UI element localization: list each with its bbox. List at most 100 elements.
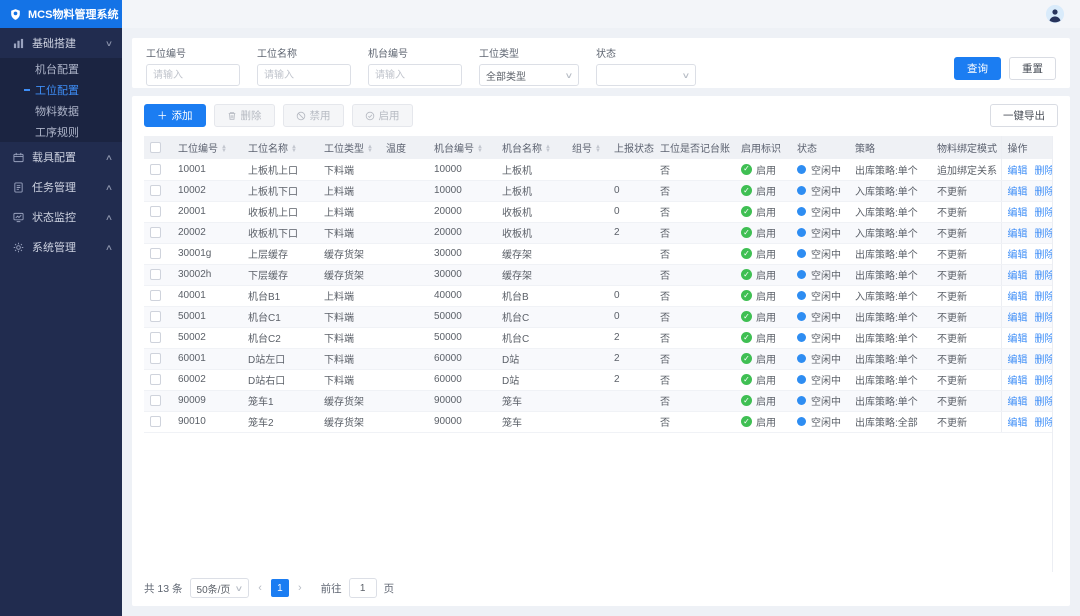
row-checkbox[interactable] xyxy=(150,332,161,343)
table-row: 60001D站左口下料端60000D站2否✓启用空闲中出库策略:单个不更新编辑删… xyxy=(144,348,1053,369)
edit-link[interactable]: 编辑 xyxy=(1008,166,1028,177)
cell-record: 否 xyxy=(654,159,735,180)
column-label: 温度 xyxy=(386,144,406,155)
sort-icon[interactable]: ▲▼ xyxy=(545,145,551,153)
sort-icon[interactable]: ▲▼ xyxy=(221,145,227,153)
row-checkbox[interactable] xyxy=(150,353,161,364)
select-all-checkbox[interactable] xyxy=(150,142,161,153)
disable-button[interactable]: 禁用 xyxy=(283,104,344,127)
next-page-button[interactable]: › xyxy=(296,582,304,594)
edit-link[interactable]: 编辑 xyxy=(1008,334,1028,345)
edit-link[interactable]: 编辑 xyxy=(1008,208,1028,219)
sort-icon[interactable]: ▲▼ xyxy=(595,145,601,153)
cell-group xyxy=(566,327,608,348)
sort-icon[interactable]: ▲▼ xyxy=(291,145,297,153)
cell-group xyxy=(566,243,608,264)
chevron-down-icon: ∨ xyxy=(105,39,113,48)
delete-link[interactable]: 删除 xyxy=(1035,166,1054,177)
cell-bind: 不更新 xyxy=(931,327,1001,348)
stations-table: 工位编号▲▼工位名称▲▼工位类型▲▼温度机台编号▲▼机台名称▲▼组号▲▼上报状态… xyxy=(144,136,1053,433)
delete-link[interactable]: 删除 xyxy=(1035,250,1054,261)
sidebar-item-0-1[interactable]: 工位配置 xyxy=(0,79,122,100)
sidebar-section-2[interactable]: 任务管理∧ xyxy=(0,172,122,202)
cell-actions: 编辑删除 xyxy=(1001,369,1053,390)
column-header-code[interactable]: 工位编号▲▼ xyxy=(172,136,242,159)
filter-field-3: 工位类型全部类型∨ xyxy=(479,45,579,86)
row-checkbox[interactable] xyxy=(150,374,161,385)
row-checkbox[interactable] xyxy=(150,416,161,427)
edit-link[interactable]: 编辑 xyxy=(1008,292,1028,303)
delete-link[interactable]: 删除 xyxy=(1035,313,1054,324)
edit-link[interactable]: 编辑 xyxy=(1008,397,1028,408)
edit-link[interactable]: 编辑 xyxy=(1008,250,1028,261)
add-button[interactable]: ＋ 添加 xyxy=(144,104,206,127)
filter-input-0[interactable] xyxy=(146,64,240,86)
goto-suffix-label: 页 xyxy=(384,581,395,596)
enable-button[interactable]: 启用 xyxy=(352,104,413,127)
row-checkbox[interactable] xyxy=(150,206,161,217)
row-checkbox[interactable] xyxy=(150,311,161,322)
row-checkbox[interactable] xyxy=(150,164,161,175)
sort-icon[interactable]: ▲▼ xyxy=(477,145,483,153)
cell-status: 空闲中 xyxy=(791,222,849,243)
column-header-machine_name[interactable]: 机台名称▲▼ xyxy=(496,136,566,159)
row-checkbox[interactable] xyxy=(150,290,161,301)
goto-page-input[interactable] xyxy=(349,578,377,598)
delete-link[interactable]: 删除 xyxy=(1035,292,1054,303)
edit-link[interactable]: 编辑 xyxy=(1008,229,1028,240)
search-button[interactable]: 查询 xyxy=(954,57,1001,80)
sidebar-item-0-0[interactable]: 机台配置 xyxy=(0,58,122,79)
delete-link[interactable]: 删除 xyxy=(1035,271,1054,282)
reset-button[interactable]: 重置 xyxy=(1009,57,1056,80)
filter-input-2[interactable] xyxy=(368,64,462,86)
delete-link[interactable]: 删除 xyxy=(1035,376,1054,387)
row-checkbox[interactable] xyxy=(150,395,161,406)
filter-select-4[interactable]: ∨ xyxy=(596,64,696,86)
sidebar-section-4[interactable]: 系统管理∧ xyxy=(0,232,122,262)
sort-icon[interactable]: ▲▼ xyxy=(367,145,373,153)
enabled-check-icon: ✓ xyxy=(741,248,752,259)
page-number-1[interactable]: 1 xyxy=(271,579,289,597)
delete-link[interactable]: 删除 xyxy=(1035,397,1054,408)
selected-value: 全部类型 xyxy=(486,68,526,83)
delete-link[interactable]: 删除 xyxy=(1035,355,1054,366)
edit-link[interactable]: 编辑 xyxy=(1008,313,1028,324)
column-header-type[interactable]: 工位类型▲▼ xyxy=(318,136,380,159)
delete-link[interactable]: 删除 xyxy=(1035,418,1054,429)
row-checkbox[interactable] xyxy=(150,227,161,238)
delete-link[interactable]: 删除 xyxy=(1035,187,1054,198)
delete-link[interactable]: 删除 xyxy=(1035,334,1054,345)
export-button[interactable]: 一键导出 xyxy=(990,104,1058,127)
column-header-machine_code[interactable]: 机台编号▲▼ xyxy=(428,136,496,159)
delete-link[interactable]: 删除 xyxy=(1035,229,1054,240)
status-text: 空闲中 xyxy=(811,225,841,240)
cell-temp xyxy=(380,201,428,222)
delete-link[interactable]: 删除 xyxy=(1035,208,1054,219)
filter-input-1[interactable] xyxy=(257,64,351,86)
sidebar-item-0-2[interactable]: 物料数据 xyxy=(0,100,122,121)
column-header-name[interactable]: 工位名称▲▼ xyxy=(242,136,318,159)
page-size-select[interactable]: 50条/页 ∨ xyxy=(190,578,250,598)
prev-page-button[interactable]: ‹ xyxy=(256,582,264,594)
row-checkbox[interactable] xyxy=(150,248,161,259)
column-header-group[interactable]: 组号▲▼ xyxy=(566,136,608,159)
edit-link[interactable]: 编辑 xyxy=(1008,355,1028,366)
edit-link[interactable]: 编辑 xyxy=(1008,418,1028,429)
cell-record: 否 xyxy=(654,285,735,306)
sidebar-section-1[interactable]: 载具配置∧ xyxy=(0,142,122,172)
status-text: 空闲中 xyxy=(811,162,841,177)
user-avatar[interactable] xyxy=(1046,5,1064,23)
edit-link[interactable]: 编辑 xyxy=(1008,271,1028,282)
enabled-check-icon: ✓ xyxy=(741,290,752,301)
delete-button[interactable]: 删除 xyxy=(214,104,275,127)
sidebar-section-3[interactable]: 状态监控∧ xyxy=(0,202,122,232)
row-checkbox[interactable] xyxy=(150,185,161,196)
sidebar-section-0[interactable]: 基础搭建∨ xyxy=(0,28,122,58)
edit-link[interactable]: 编辑 xyxy=(1008,187,1028,198)
cell-record: 否 xyxy=(654,369,735,390)
row-checkbox[interactable] xyxy=(150,269,161,280)
enabled-check-icon: ✓ xyxy=(741,353,752,364)
sidebar-item-0-3[interactable]: 工序规则 xyxy=(0,121,122,142)
edit-link[interactable]: 编辑 xyxy=(1008,376,1028,387)
filter-select-3[interactable]: 全部类型∨ xyxy=(479,64,579,86)
